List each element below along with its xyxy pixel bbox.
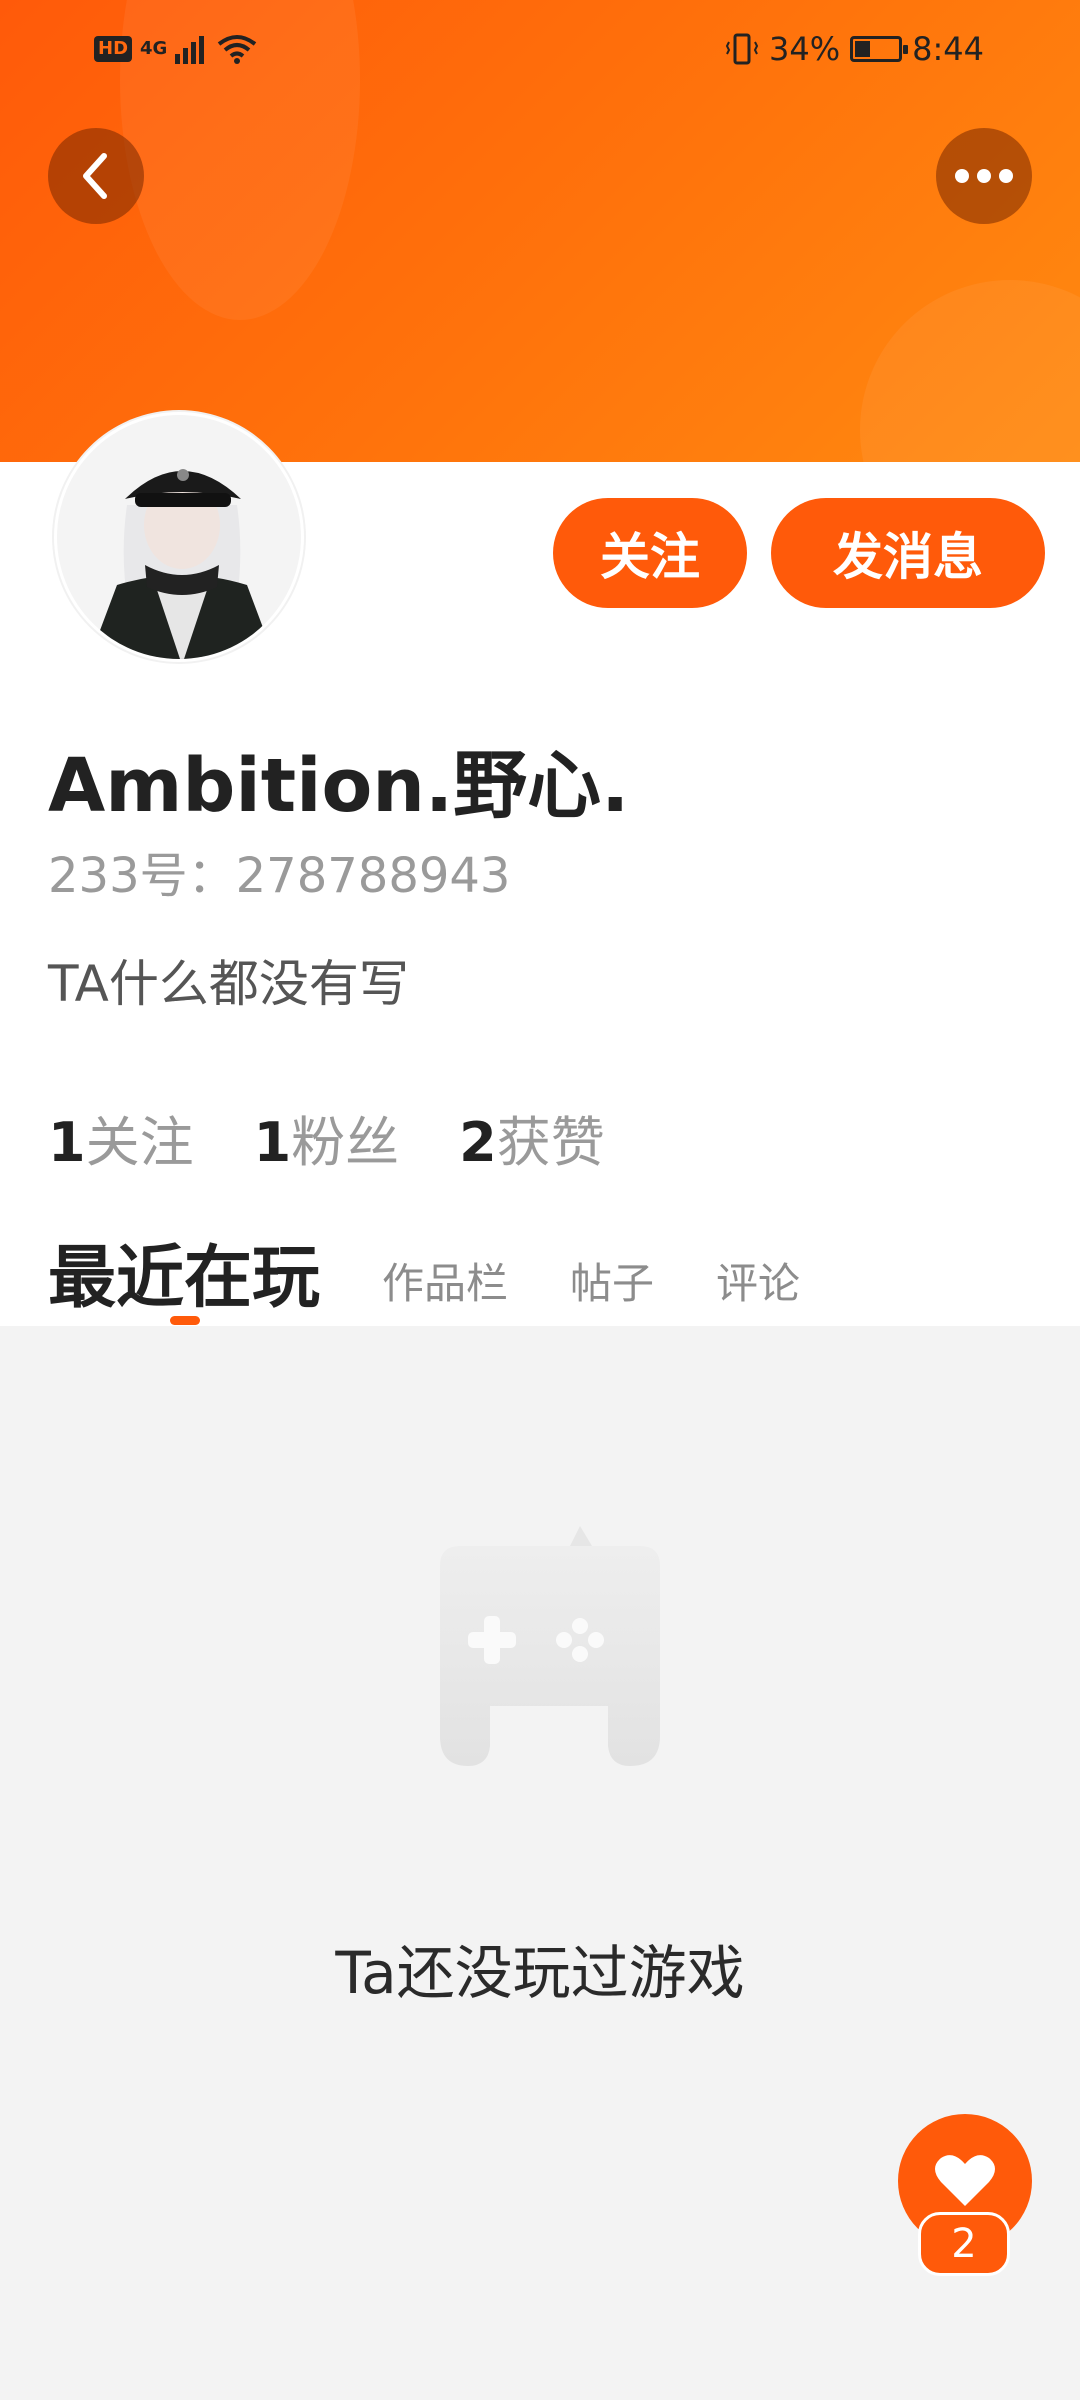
user-bio: TA什么都没有写	[48, 955, 409, 1013]
back-button[interactable]	[48, 128, 144, 224]
network-type: 4G	[140, 38, 168, 59]
signal-icon	[175, 36, 205, 64]
tab-comments[interactable]: 评论	[716, 1250, 800, 1325]
battery-icon	[850, 36, 909, 62]
stat-number: 2	[459, 1111, 497, 1174]
follow-button[interactable]: 关注	[553, 498, 747, 608]
status-bar: HD 4G 34% 8:44	[0, 0, 1080, 100]
stat-number: 1	[253, 1111, 292, 1174]
tab-posts[interactable]: 帖子	[570, 1250, 654, 1325]
user-id: 233号：278788943	[48, 848, 511, 904]
stat-label: 关注	[85, 1111, 194, 1174]
status-right: 34% 8:44	[725, 30, 984, 68]
profile-tabs: 最近在玩 作品栏 帖子 评论	[48, 1222, 800, 1325]
stat-likes: 2获赞	[459, 1098, 605, 1177]
battery-percent: 34%	[769, 30, 841, 68]
status-left: HD 4G	[94, 34, 257, 64]
avatar[interactable]	[54, 412, 304, 662]
chevron-left-icon	[83, 153, 107, 199]
banner-decoration	[860, 280, 1080, 462]
stat-label: 获赞	[496, 1111, 605, 1174]
clock: 8:44	[912, 30, 984, 68]
vibrate-icon	[725, 33, 759, 65]
send-message-button[interactable]: 发消息	[771, 498, 1045, 608]
tab-works[interactable]: 作品栏	[382, 1250, 508, 1325]
more-horizontal-icon	[955, 169, 1013, 183]
tab-recently-played[interactable]: 最近在玩	[48, 1222, 320, 1325]
empty-state-message: Ta还没玩过游戏	[335, 1939, 745, 2007]
profile-stats: 1关注 1粉丝 2获赞	[48, 1098, 605, 1177]
profile-header-banner: HD 4G 34% 8:44	[0, 0, 1080, 462]
gamepad-icon	[440, 1526, 660, 1766]
like-count-badge: 2	[918, 2212, 1010, 2276]
avatar-image	[57, 415, 301, 659]
stat-label: 粉丝	[291, 1111, 400, 1174]
hd-badge: HD	[94, 36, 133, 62]
heart-icon	[935, 2155, 995, 2206]
active-tab-indicator	[170, 1316, 200, 1325]
stat-number: 1	[48, 1111, 86, 1174]
wifi-icon	[218, 35, 257, 64]
stat-followers[interactable]: 1粉丝	[254, 1098, 400, 1177]
stat-following[interactable]: 1关注	[48, 1098, 194, 1177]
username: Ambition.野心.	[48, 743, 630, 829]
more-button[interactable]	[936, 128, 1032, 224]
